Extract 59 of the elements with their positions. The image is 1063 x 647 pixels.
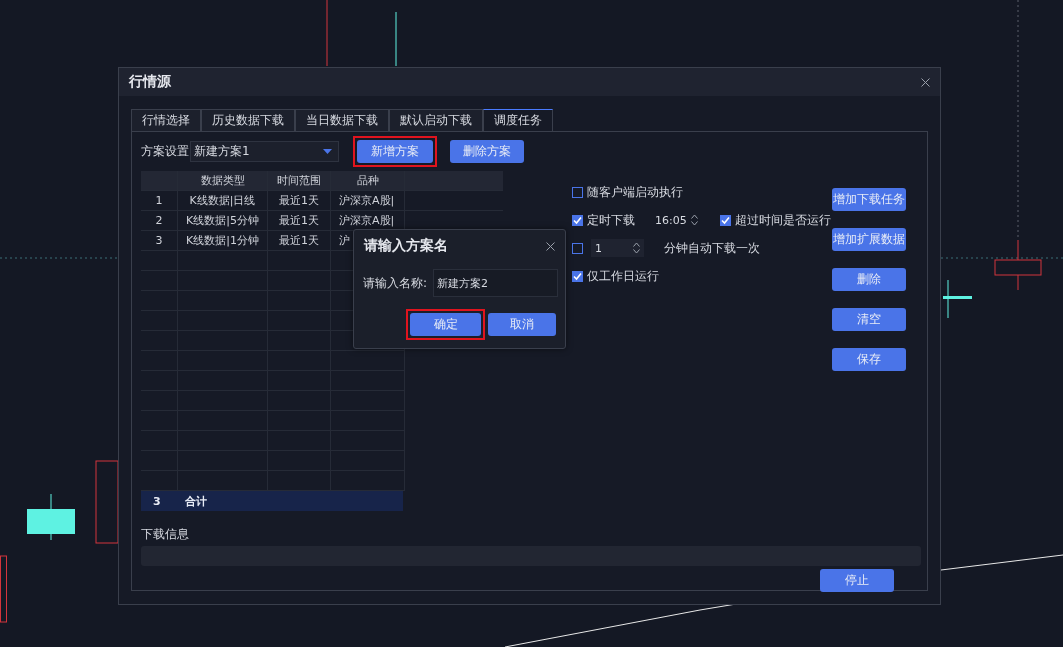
table-cell: 沪深京A股| (331, 191, 405, 211)
total-label: 合计 (184, 493, 208, 509)
window-title: 行情源 (129, 73, 171, 91)
total-count: 3 (152, 494, 162, 508)
column-header: 时间范围 (268, 171, 331, 191)
action-button[interactable]: 保存 (832, 348, 906, 371)
action-button[interactable]: 删除 (832, 268, 906, 291)
name-input[interactable]: 新建方案2 (433, 269, 559, 297)
checkbox[interactable] (572, 270, 583, 282)
option-label: 定时下载 (587, 211, 635, 229)
candle (943, 279, 972, 319)
close-button[interactable] (918, 75, 932, 89)
table-cell: K线数据|5分钟 (178, 211, 268, 231)
button[interactable]: 删除方案 (450, 139, 524, 163)
row-number: 2 (141, 211, 178, 231)
spinner-arrows-icon[interactable] (690, 214, 698, 226)
action-button[interactable]: 增加下载任务 (832, 188, 906, 211)
button[interactable]: 新增方案 (357, 139, 433, 163)
checkbox[interactable] (572, 242, 583, 254)
action-button[interactable]: 增加扩展数据 (832, 228, 906, 251)
spinner-arrows-icon[interactable] (633, 242, 640, 254)
button[interactable]: 取消 (488, 313, 556, 336)
candle (27, 493, 75, 541)
stop-button[interactable]: 停止 (820, 569, 894, 592)
table-cell: K线数据|1分钟 (178, 231, 268, 251)
column-header: 数据类型 (178, 171, 268, 191)
row-number: 3 (141, 231, 178, 251)
name-label: 请输入名称: (363, 274, 428, 292)
table-cell: 最近1天 (268, 211, 331, 231)
checkbox[interactable] (572, 214, 583, 226)
close-button[interactable] (543, 239, 557, 253)
candle (0, 555, 7, 623)
tab[interactable]: 当日数据下载 (295, 109, 389, 131)
tab[interactable]: 调度任务 (483, 109, 553, 131)
checkbox[interactable] (572, 186, 583, 198)
column-header: 品种 (331, 171, 405, 191)
action-button[interactable]: 清空 (832, 308, 906, 331)
time-value[interactable]: 16:05 (655, 213, 687, 227)
table-cell: 最近1天 (268, 191, 331, 211)
tab[interactable]: 行情选择 (131, 109, 201, 131)
option-label: 仅工作日运行 (587, 267, 659, 285)
button[interactable]: 确定 (410, 313, 481, 336)
download-info-label: 下载信息 (141, 526, 190, 543)
interval-spinbox[interactable]: 1 (591, 239, 644, 257)
option-label: 超过时间是否运行 (734, 211, 831, 229)
option-label: 分钟自动下载一次 (664, 239, 760, 257)
option-label: 随客户端启动执行 (587, 183, 683, 201)
tab[interactable]: 历史数据下载 (201, 109, 295, 131)
candle-wick (395, 11, 397, 67)
scheme-dropdown[interactable]: 新建方案1 (190, 140, 339, 162)
tab[interactable]: 默认启动下载 (389, 109, 483, 131)
candle-wick (326, 0, 328, 67)
checkbox[interactable] (719, 214, 731, 226)
caret-icon (323, 148, 332, 154)
scheme-label: 方案设置 (141, 142, 189, 160)
candle (994, 239, 1042, 291)
table-cell: 最近1天 (268, 231, 331, 251)
row-number: 1 (141, 191, 178, 211)
table-cell: K线数据|日线 (178, 191, 268, 211)
